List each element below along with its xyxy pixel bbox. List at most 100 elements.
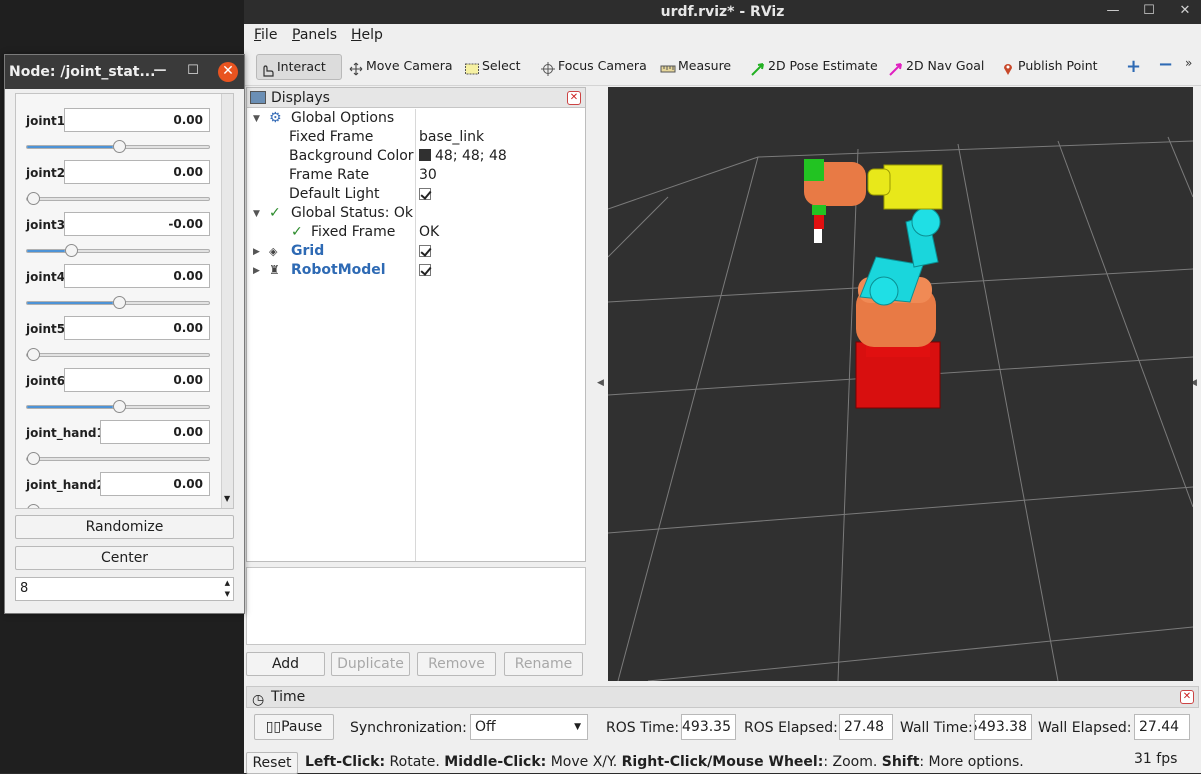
robot-model-checkbox[interactable] [419, 264, 431, 276]
pause-button[interactable]: ▯▯Pause [254, 714, 334, 740]
joint-list-scrollbar[interactable]: ▼ [221, 94, 233, 508]
jsp-title: Node: /joint_stat... [9, 64, 156, 80]
tree-row-global-options[interactable]: ▼ ⚙ Global Options [247, 109, 585, 128]
displays-tree: ▼ ⚙ Global Options Fixed Frame base_link… [247, 109, 585, 561]
tool-2d-nav-goal[interactable]: 2D Nav Goal [886, 54, 984, 80]
tool-2d-pose-estimate[interactable]: 2D Pose Estimate [748, 54, 878, 80]
background-color-text: 48; 48; 48 [435, 148, 507, 164]
joint-slider-handle[interactable] [27, 452, 40, 465]
tool-measure[interactable]: Measure [658, 54, 731, 80]
joint-value-field[interactable]: 0.00 [64, 368, 210, 392]
ros-time-label: ROS Time: [606, 720, 680, 736]
add-tool-plus-icon[interactable]: + [1126, 56, 1141, 77]
joint-slider[interactable] [26, 140, 210, 153]
tool-move-camera-label: Move Camera [366, 58, 453, 73]
tool-focus-camera[interactable]: Focus Camera [538, 54, 647, 80]
joint-value-field[interactable]: 0.00 [100, 472, 210, 496]
render-view-3d[interactable] [608, 87, 1193, 681]
joint-value-field[interactable]: -0.00 [64, 212, 210, 236]
tool-bar: Interact Move Camera Select Focus Camera… [244, 48, 1201, 86]
joint-value-field[interactable]: 0.00 [64, 316, 210, 340]
joint-value-field[interactable]: 0.00 [64, 264, 210, 288]
joint-slider-fill [27, 406, 113, 408]
collapse-left-icon[interactable]: ◀ [597, 378, 604, 388]
pause-icon: ▯▯ [265, 719, 282, 735]
wall-time-field[interactable]: 5493.38 [974, 714, 1032, 740]
remove-tool-minus-icon[interactable]: − [1158, 54, 1173, 75]
mouse-help-text: Left-Click: Rotate. Middle-Click: Move X… [305, 754, 1024, 770]
wall-elapsed-field[interactable]: 27.44 [1134, 714, 1190, 740]
joint-slider-handle[interactable] [27, 348, 40, 361]
frame-rate-value[interactable]: 30 [419, 166, 437, 185]
joint-value-field[interactable]: 0.00 [64, 160, 210, 184]
joint-slider-handle[interactable] [113, 400, 126, 413]
jsp-maximize-icon[interactable]: ☐ [183, 55, 203, 89]
randomize-button[interactable]: Randomize [15, 515, 234, 539]
joint-slider-handle[interactable] [27, 504, 40, 508]
displays-close-icon[interactable]: ✕ [567, 91, 581, 105]
fixed-frame-value[interactable]: base_link [419, 128, 484, 147]
minimize-icon[interactable]: — [1104, 0, 1122, 24]
joint-label: joint4 [26, 270, 66, 284]
duplicate-button[interactable]: Duplicate [331, 652, 410, 676]
grid-checkbox[interactable] [419, 245, 431, 257]
center-button[interactable]: Center [15, 546, 234, 570]
time-close-icon[interactable]: ✕ [1180, 690, 1194, 704]
tool-interact[interactable]: Interact [256, 54, 342, 80]
joint-slider[interactable] [26, 452, 210, 465]
window-titlebar: urdf.rviz* - RViz — ☐ ✕ [244, 0, 1201, 24]
tree-row-default-light[interactable]: Default Light [247, 185, 585, 204]
joint-slider[interactable] [26, 192, 210, 205]
menu-help-mnemonic: H [351, 27, 362, 43]
robot-icon: ♜ [269, 263, 280, 277]
maximize-icon[interactable]: ☐ [1140, 0, 1158, 24]
global-status-label: Global Status: Ok [291, 205, 414, 221]
tree-row-global-status[interactable]: ▼ ✓ Global Status: Ok [247, 204, 585, 223]
jsp-minimize-icon[interactable]: — [150, 55, 170, 89]
joint-slider[interactable] [26, 296, 210, 309]
expand-down-icon[interactable]: ▼ [253, 110, 260, 129]
default-light-label: Default Light [289, 186, 380, 202]
joint-slider[interactable] [26, 348, 210, 361]
ros-elapsed-field[interactable]: 27.48 [839, 714, 893, 740]
reset-button[interactable]: Reset [246, 752, 298, 774]
expand-right-icon[interactable]: ▶ [253, 262, 260, 281]
default-light-checkbox[interactable] [419, 188, 431, 200]
menu-file[interactable]: File [254, 27, 277, 43]
jsp-close-icon[interactable]: ✕ [218, 62, 238, 82]
tree-row-status-fixed-frame[interactable]: ✓ Fixed Frame OK [247, 223, 585, 242]
joint-slider[interactable] [26, 400, 210, 413]
joint-slider[interactable] [26, 244, 210, 257]
joint-slider-handle[interactable] [65, 244, 78, 257]
tool-select[interactable]: Select [462, 54, 521, 80]
joint-slider-handle[interactable] [113, 140, 126, 153]
sync-select[interactable]: Off ▼ [470, 714, 588, 740]
add-button[interactable]: Add [246, 652, 325, 676]
close-icon[interactable]: ✕ [1176, 0, 1194, 24]
clock-icon: ◷ [252, 692, 265, 708]
joint-value-field[interactable]: 0.00 [64, 108, 210, 132]
joint-value-field[interactable]: 0.00 [100, 420, 210, 444]
tree-row-robot-model[interactable]: ▶ ♜ RobotModel [247, 261, 585, 280]
background-color-value[interactable]: 48; 48; 48 [419, 147, 507, 166]
tool-publish-point[interactable]: Publish Point [998, 54, 1098, 80]
expand-right-icon[interactable]: ▶ [253, 243, 260, 262]
scroll-down-icon[interactable]: ▼ [224, 494, 230, 503]
tool-move-camera[interactable]: Move Camera [346, 54, 453, 80]
fps-readout: 31 fps [1134, 751, 1178, 767]
tree-row-fixed-frame[interactable]: Fixed Frame base_link [247, 128, 585, 147]
joint-slider-handle[interactable] [113, 296, 126, 309]
menu-help[interactable]: Help [351, 27, 383, 43]
tree-row-grid[interactable]: ▶ ◈ Grid [247, 242, 585, 261]
expand-down-icon[interactable]: ▼ [253, 205, 260, 224]
slider-count-spinbox[interactable]: 8 ▲ ▼ [15, 577, 234, 601]
toolbar-overflow-icon[interactable]: » [1185, 56, 1192, 70]
menu-panels[interactable]: Panels [292, 27, 337, 43]
tree-row-frame-rate[interactable]: Frame Rate 30 [247, 166, 585, 185]
ros-time-field[interactable]: 5493.35 [681, 714, 736, 740]
rename-button[interactable]: Rename [504, 652, 583, 676]
remove-button[interactable]: Remove [417, 652, 496, 676]
spin-arrows-icon[interactable]: ▲ ▼ [225, 578, 230, 600]
tree-row-background-color[interactable]: Background Color 48; 48; 48 [247, 147, 585, 166]
joint-slider-handle[interactable] [27, 192, 40, 205]
